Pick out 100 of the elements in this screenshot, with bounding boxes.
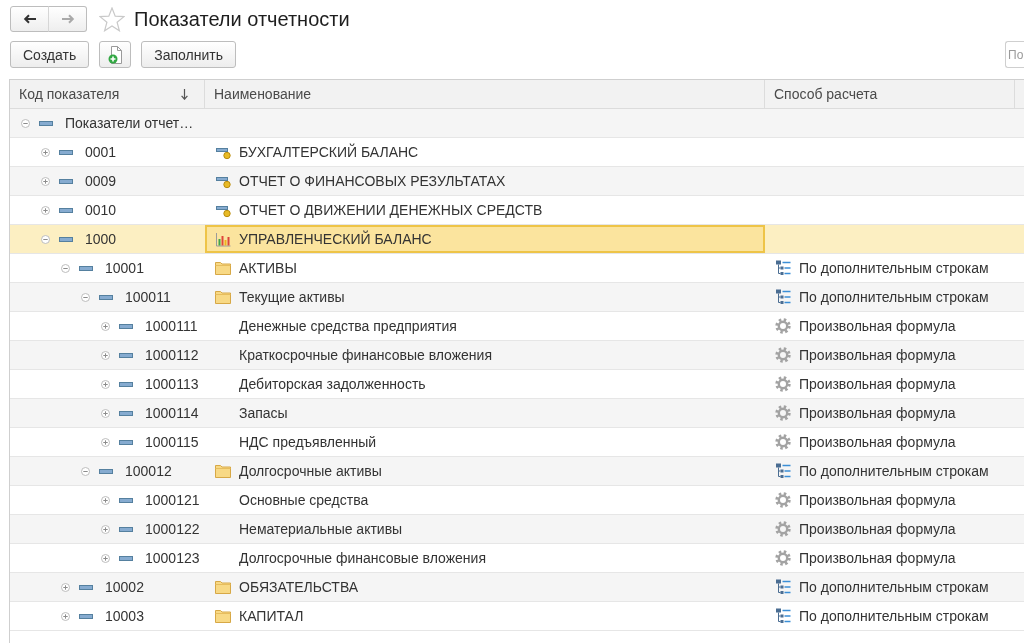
dash-icon	[79, 613, 93, 619]
dash-icon	[79, 265, 93, 271]
indicator-code: 1000111	[145, 318, 198, 334]
hierarchy-icon	[775, 289, 791, 305]
calculation-method: Произвольная формула	[799, 434, 956, 450]
right-arrow-icon	[60, 14, 75, 24]
indicator-name: АКТИВЫ	[239, 260, 297, 276]
indicator-code: 100012	[125, 463, 172, 479]
dash-icon	[119, 439, 133, 445]
indicator-name: Долгосрочные финансовые вложения	[239, 550, 486, 566]
indicator-code: 10002	[105, 579, 144, 595]
selected-cell[interactable]: УПРАВЛЕНЧЕСКИЙ БАЛАНС	[205, 225, 765, 253]
toolbar-button[interactable]: Создать	[10, 41, 90, 68]
indicator-name: Текущие активы	[239, 289, 345, 305]
indicator-code: 1000123	[145, 550, 200, 566]
calculation-method: По дополнительным строкам	[799, 289, 989, 305]
plus-circle-icon[interactable]	[101, 495, 110, 505]
dash-icon	[99, 294, 113, 300]
indicator-code: 0009	[85, 173, 117, 189]
search-field[interactable]: По	[1005, 41, 1024, 68]
indicator-name: БУХГАЛТЕРСКИЙ БАЛАНС	[239, 144, 419, 160]
table-row[interactable]: 1000122 Нематериальные активы Произвольная формула	[10, 515, 1024, 544]
plus-circle-icon[interactable]	[101, 321, 110, 331]
gear-icon	[775, 492, 791, 508]
plus-circle-icon[interactable]	[61, 611, 70, 621]
indicator-code: 1000112	[145, 347, 199, 363]
minus-circle-icon[interactable]	[41, 234, 50, 244]
add-document-button[interactable]	[99, 41, 132, 68]
bar-chart-icon	[215, 231, 231, 247]
minus-circle-icon[interactable]	[81, 466, 90, 476]
indicator-code: 10003	[105, 608, 144, 624]
calculation-method: По дополнительным строкам	[799, 463, 989, 479]
calculation-method: По дополнительным строкам	[799, 579, 989, 595]
table-row[interactable]: 0009 ОТЧЕТ О ФИНАНСОВЫХ РЕЗУЛЬТАТАХ	[10, 167, 1024, 196]
plus-circle-icon[interactable]	[101, 437, 110, 447]
gear-icon	[775, 376, 791, 392]
indicator-code: 0001	[85, 144, 117, 160]
dash-icon	[119, 555, 133, 561]
indicator-name: Основные средства	[239, 492, 369, 508]
calculation-method: Произвольная формула	[799, 550, 956, 566]
dash-icon	[59, 178, 73, 184]
plus-circle-icon[interactable]	[101, 408, 110, 418]
left-arrow-icon	[22, 14, 37, 24]
plus-circle-icon[interactable]	[101, 379, 110, 389]
minus-circle-icon[interactable]	[21, 118, 30, 128]
indicator-name: ОТЧЕТ О ДВИЖЕНИИ ДЕНЕЖНЫХ СРЕДСТВ	[239, 202, 543, 218]
table-row[interactable]: 1000114 Запасы Произвольная формула	[10, 399, 1024, 428]
gear-icon	[775, 550, 791, 566]
indicator-name: ОБЯЗАТЕЛЬСТВА	[239, 579, 359, 595]
plus-circle-icon[interactable]	[61, 582, 70, 592]
indicator-name: ОТЧЕТ О ФИНАНСОВЫХ РЕЗУЛЬТАТАХ	[239, 173, 506, 189]
page-title: Показатели отчетности	[134, 7, 350, 32]
star-icon[interactable]	[99, 6, 125, 32]
indicator-name: Дебиторская задолженность	[239, 376, 426, 392]
hierarchy-icon	[775, 608, 791, 624]
indicator-name: КАПИТАЛ	[239, 608, 304, 624]
indicator-name: Денежные средства предприятия	[239, 318, 457, 334]
indicator-name: УПРАВЛЕНЧЕСКИЙ БАЛАНС	[239, 231, 432, 247]
column-header[interactable]: Способ расчета	[765, 80, 1015, 108]
dash-icon	[119, 381, 133, 387]
folder-icon	[215, 261, 231, 275]
indicator-name: НДС предъявленный	[239, 434, 377, 450]
indicator-code: 100011	[125, 289, 171, 305]
minus-circle-icon[interactable]	[81, 292, 90, 302]
dash-icon	[59, 236, 73, 242]
table-row[interactable]: 1000112 Краткосрочные финансовые вложения Произвольная формула	[10, 341, 1024, 370]
column-header[interactable]: Наименование	[205, 80, 765, 108]
calculation-method: Произвольная формула	[799, 376, 956, 392]
plus-circle-icon[interactable]	[101, 553, 110, 563]
table-row[interactable]: 1000 УПРАВЛЕНЧЕСКИЙ БАЛАНС	[10, 225, 1024, 254]
table-row[interactable]: 100011 Текущие активы По дополнительным строкам	[10, 283, 1024, 312]
gear-icon	[775, 318, 791, 334]
dash-icon	[119, 323, 133, 329]
hierarchy-icon	[775, 579, 791, 595]
dash-icon	[99, 468, 113, 474]
indicator-code: 1000122	[145, 521, 200, 537]
calculation-method: Произвольная формула	[799, 521, 956, 537]
minus-circle-icon[interactable]	[61, 263, 70, 273]
plus-circle-icon[interactable]	[41, 205, 50, 215]
back-button[interactable]	[10, 6, 49, 32]
folder-icon	[215, 290, 231, 304]
table-row[interactable]: 100012 Долгосрочные активы По дополнительным строкам	[10, 457, 1024, 486]
indicator-code: 1000114	[145, 405, 199, 421]
gear-icon	[775, 405, 791, 421]
plus-circle-icon[interactable]	[101, 350, 110, 360]
folder-icon	[215, 580, 231, 594]
column-header[interactable]: Код показателя	[10, 80, 205, 108]
toolbar-button[interactable]: Заполнить	[141, 41, 236, 68]
plus-circle-icon[interactable]	[101, 524, 110, 534]
table-row[interactable]: Показатели отчет…	[10, 109, 1024, 138]
indicator-name: Запасы	[239, 405, 288, 421]
plus-circle-icon[interactable]	[41, 176, 50, 186]
dash-icon	[39, 120, 53, 126]
calculation-method: Произвольная формула	[799, 405, 956, 421]
dash-icon	[119, 526, 133, 532]
indicator-name: Нематериальные активы	[239, 521, 403, 537]
table-row[interactable]: 10002 ОБЯЗАТЕЛЬСТВА По дополнительным строкам	[10, 573, 1024, 602]
dash-icon	[119, 497, 133, 503]
plus-circle-icon[interactable]	[41, 147, 50, 157]
folder-icon	[215, 464, 231, 478]
